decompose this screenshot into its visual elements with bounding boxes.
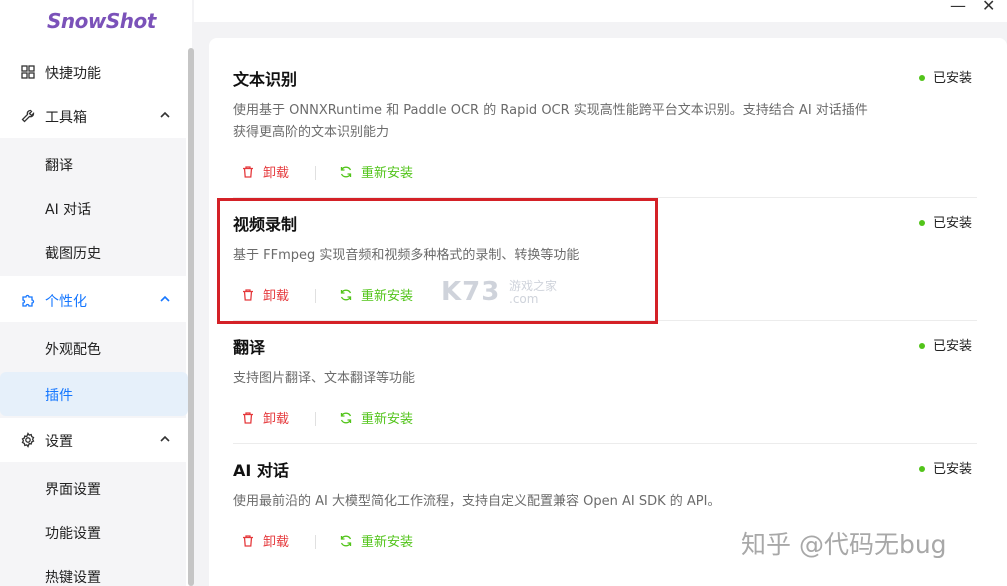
chevron-up-icon	[160, 435, 170, 442]
status-dot-icon	[919, 74, 925, 81]
uninstall-button[interactable]: 卸载	[241, 162, 289, 181]
divider	[233, 443, 977, 444]
status-text: 已安装	[933, 71, 973, 86]
plugin-actions: 卸载 重新安装	[233, 162, 533, 186]
k73-watermark: K73	[441, 277, 501, 307]
action-divider	[315, 166, 316, 180]
status-dot-icon	[919, 342, 925, 349]
sidebar-subitem-label: 截图历史	[45, 246, 101, 262]
sidebar-subitem-label: AI 对话	[45, 202, 92, 218]
sidebar-scrollbar[interactable]	[188, 48, 194, 586]
highlight-box	[217, 198, 658, 324]
plugin-title: 翻译	[233, 338, 266, 357]
uninstall-label: 卸载	[263, 166, 290, 181]
trash-icon	[243, 534, 253, 547]
sidebar-subitem-appearance[interactable]: 外观配色	[0, 326, 186, 370]
status-badge: 已安装	[919, 458, 972, 477]
sidebar-subitem-label: 热键设置	[45, 570, 101, 586]
refresh-icon	[340, 166, 352, 177]
description-line: 使用最前沿的 AI 大模型简化工作流程，支持自定义配置兼容 Open AI SD…	[233, 494, 721, 509]
toolbox-submenu: 翻译 AI 对话 截图历史	[0, 138, 186, 276]
action-divider	[315, 535, 316, 549]
sidebar-subitem-label: 界面设置	[45, 482, 101, 498]
sidebar-subitem-ai-chat[interactable]: AI 对话	[0, 186, 186, 230]
puzzle-icon	[22, 294, 35, 307]
reinstall-label: 重新安装	[361, 166, 414, 181]
sidebar-subitem-function-settings[interactable]: 功能设置	[0, 510, 186, 554]
minimize-button[interactable]: —	[950, 0, 966, 15]
gear-icon	[21, 432, 35, 448]
personalize-submenu: 外观配色 插件	[0, 322, 188, 418]
k73-watermark-sub: 游戏之家 .com	[509, 280, 557, 306]
trash-icon	[243, 411, 253, 424]
description-line: 支持图片翻译、文本翻译等功能	[233, 371, 416, 386]
grid-icon	[21, 65, 35, 79]
status-badge: 已安装	[919, 67, 972, 86]
refresh-icon	[340, 535, 352, 546]
status-text: 已安装	[933, 216, 973, 231]
reinstall-label: 重新安装	[361, 412, 414, 427]
status-text: 已安装	[933, 462, 973, 477]
chevron-up-icon	[160, 111, 170, 118]
sidebar-subitem-screenshot-history[interactable]: 截图历史	[0, 230, 186, 274]
wrench-icon	[21, 109, 35, 123]
plugin-actions: 卸载 重新安装	[233, 531, 533, 555]
sidebar-subitem-plugins[interactable]: 插件	[0, 372, 188, 416]
reinstall-button[interactable]: 重新安装	[339, 162, 413, 181]
plugin-title: 文本识别	[233, 70, 298, 89]
uninstall-button[interactable]: 卸载	[241, 531, 289, 550]
zhihu-watermark: 知乎 @代码无bug	[741, 530, 947, 559]
k73-watermark-line: .com	[509, 292, 539, 306]
app-logo: SnowShot	[47, 9, 156, 33]
sidebar-item-label: 工具箱	[45, 110, 87, 126]
refresh-icon	[340, 412, 352, 423]
sidebar-subitem-label: 翻译	[45, 158, 73, 174]
sidebar-subitem-label: 功能设置	[45, 526, 101, 542]
plugin-description: 使用基于 ONNXRuntime 和 Paddle OCR 的 Rapid OC…	[233, 100, 913, 144]
status-badge: 已安装	[919, 212, 972, 231]
settings-submenu: 界面设置 功能设置 热键设置	[0, 462, 186, 586]
status-dot-icon	[919, 465, 925, 472]
uninstall-label: 卸载	[263, 535, 290, 550]
close-button[interactable]: ✕	[982, 0, 995, 15]
uninstall-label: 卸载	[263, 412, 290, 427]
status-dot-icon	[919, 219, 925, 226]
description-line: 获得更高阶的文本识别能力	[233, 125, 390, 140]
sidebar-item-label: 个性化	[45, 294, 87, 310]
reinstall-button[interactable]: 重新安装	[339, 531, 413, 550]
plugin-actions: 卸载 重新安装	[233, 408, 533, 432]
chevron-up-icon	[160, 295, 170, 302]
title-bar: — ✕	[194, 0, 1007, 22]
description-line: 使用基于 ONNXRuntime 和 Paddle OCR 的 Rapid OC…	[233, 103, 868, 118]
plugin-title: AI 对话	[233, 461, 289, 480]
sidebar-item-personalize[interactable]: 个性化	[0, 278, 186, 322]
uninstall-button[interactable]: 卸载	[241, 408, 289, 427]
plugin-description: 支持图片翻译、文本翻译等功能	[233, 368, 913, 390]
sidebar-subitem-translate[interactable]: 翻译	[0, 142, 186, 186]
sidebar-subitem-ui-settings[interactable]: 界面设置	[0, 466, 186, 510]
sidebar-subitem-label: 插件	[45, 388, 73, 404]
sidebar-item-label: 快捷功能	[45, 66, 101, 82]
sidebar: SnowShot 快捷功能 工具箱 翻译 AI 对话 截图历史 个性化 外观配色…	[0, 0, 192, 586]
sidebar-subitem-hotkey-settings[interactable]: 热键设置	[0, 554, 186, 586]
status-text: 已安装	[933, 339, 973, 354]
trash-icon	[243, 165, 253, 178]
action-divider	[315, 412, 316, 426]
sidebar-item-settings[interactable]: 设置	[0, 418, 186, 462]
plugin-description: 使用最前沿的 AI 大模型简化工作流程，支持自定义配置兼容 Open AI SD…	[233, 491, 913, 513]
sidebar-item-quick[interactable]: 快捷功能	[0, 50, 186, 94]
sidebar-subitem-label: 外观配色	[45, 342, 101, 358]
sidebar-item-label: 设置	[45, 434, 73, 450]
reinstall-label: 重新安装	[361, 535, 414, 550]
status-badge: 已安装	[919, 335, 972, 354]
sidebar-item-toolbox[interactable]: 工具箱	[0, 94, 186, 138]
reinstall-button[interactable]: 重新安装	[339, 408, 413, 427]
